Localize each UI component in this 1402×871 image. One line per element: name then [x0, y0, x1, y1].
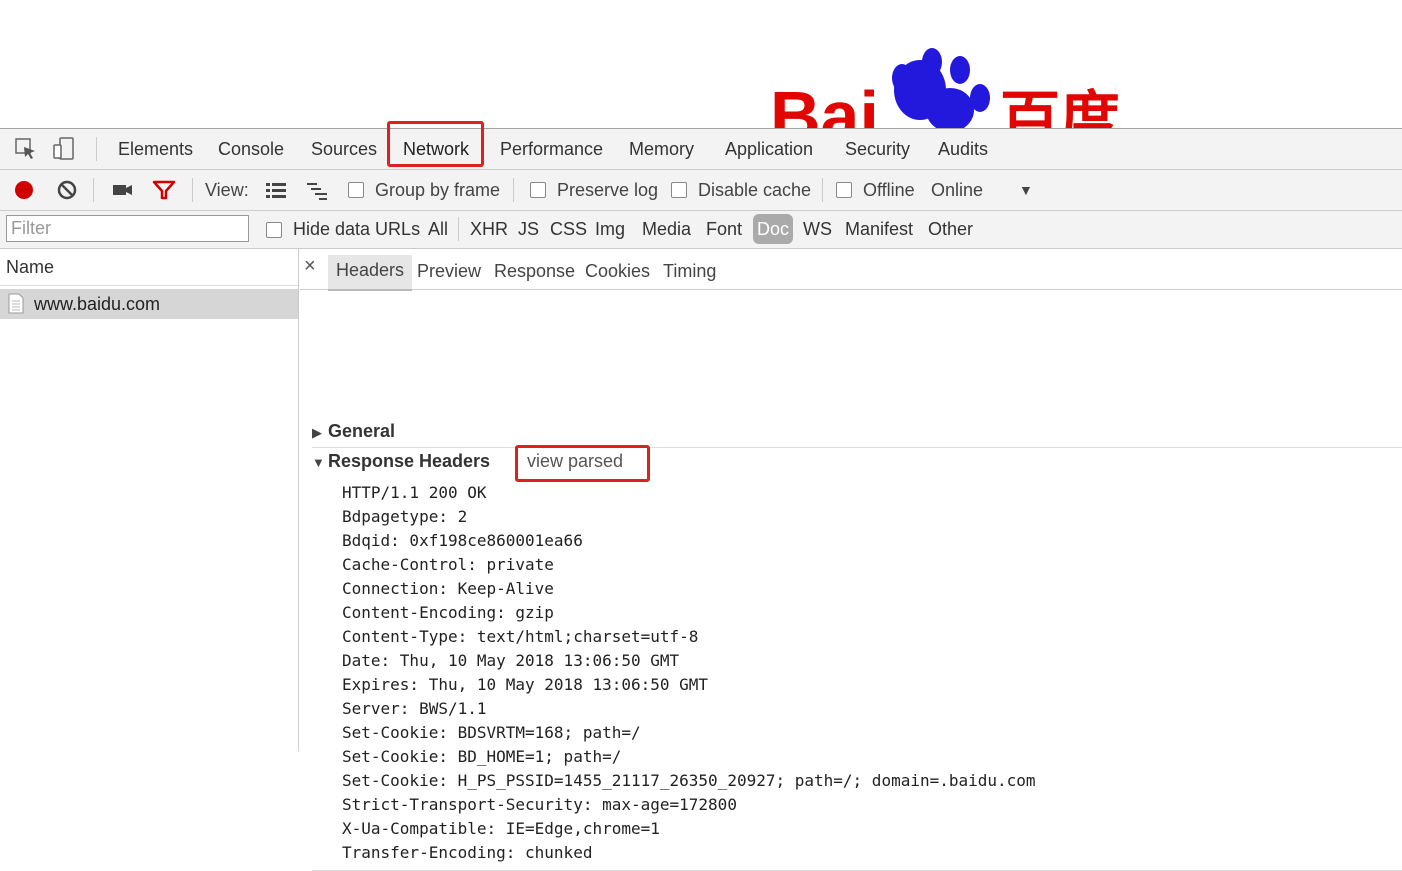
- tab-performance[interactable]: Performance: [500, 129, 603, 169]
- triangle-down-icon: ▼: [312, 455, 325, 470]
- disable-cache-checkbox[interactable]: [671, 182, 687, 198]
- header-line: Strict-Transport-Security: max-age=17280…: [342, 795, 737, 814]
- filter-input[interactable]: [6, 215, 249, 242]
- toolbar-separator: [513, 178, 514, 202]
- filter-type-doc[interactable]: Doc: [753, 214, 794, 244]
- large-rows-icon[interactable]: [264, 178, 288, 202]
- filter-type-img[interactable]: Img: [595, 211, 625, 248]
- tab-security[interactable]: Security: [845, 129, 910, 169]
- header-line: HTTP/1.1 200 OK: [342, 483, 487, 502]
- offline-checkbox[interactable]: [836, 182, 852, 198]
- tab-audits[interactable]: Audits: [938, 129, 988, 169]
- triangle-right-icon: ▶: [312, 425, 322, 440]
- filter-type-xhr[interactable]: XHR: [470, 211, 508, 248]
- devtools-tabbar: Elements Console Sources Network Perform…: [0, 121, 1402, 170]
- tabbar-separator: [96, 137, 97, 161]
- tab-sources[interactable]: Sources: [311, 129, 377, 169]
- response-headers-section[interactable]: ▼ Response Headers: [312, 451, 490, 472]
- header-line: Bdpagetype: 2: [342, 507, 468, 526]
- tab-headers[interactable]: Headers: [328, 255, 413, 291]
- header-line: Bdqid: 0xf198ce860001ea66: [342, 531, 583, 550]
- disable-cache-label[interactable]: Disable cache: [698, 170, 811, 210]
- filter-type-manifest[interactable]: Manifest: [845, 211, 913, 248]
- general-title: General: [328, 421, 396, 441]
- devtools-panel: Elements Console Sources Network Perform…: [0, 121, 1402, 871]
- response-headers-list: HTTP/1.1 200 OK Bdpagetype: 2 Bdqid: 0xf19…: [342, 481, 1036, 865]
- tab-preview[interactable]: Preview: [417, 249, 481, 289]
- logo-text-right: 百度: [1000, 85, 1120, 128]
- header-line: Set-Cookie: H_PS_PSSID=1455_21117_26350_…: [342, 771, 1036, 790]
- tab-timing[interactable]: Timing: [663, 249, 716, 289]
- filter-icon[interactable]: [152, 178, 176, 202]
- general-section[interactable]: ▶ General: [312, 421, 395, 442]
- header-line: Server: BWS/1.1: [342, 699, 487, 718]
- view-parsed-highlight: [515, 445, 650, 482]
- response-headers-title: Response Headers: [328, 451, 491, 471]
- header-line: Connection: Keep-Alive: [342, 579, 554, 598]
- header-line: Content-Type: text/html;charset=utf-8: [342, 627, 699, 646]
- group-by-frame-checkbox[interactable]: [348, 182, 364, 198]
- preserve-log-checkbox[interactable]: [530, 182, 546, 198]
- header-line: Content-Encoding: gzip: [342, 603, 554, 622]
- filter-type-css[interactable]: CSS: [550, 211, 587, 248]
- header-line: Transfer-Encoding: chunked: [342, 843, 593, 862]
- tab-cookies[interactable]: Cookies: [585, 249, 650, 289]
- close-icon[interactable]: ×: [304, 255, 316, 278]
- header-line: Expires: Thu, 10 May 2018 13:06:50 GMT: [342, 675, 709, 694]
- filter-type-ws[interactable]: WS: [803, 211, 832, 248]
- document-icon: [8, 293, 24, 314]
- filter-separator: [458, 217, 459, 241]
- filter-type-all[interactable]: All: [428, 211, 448, 248]
- header-line: X-Ua-Compatible: IE=Edge,chrome=1: [342, 819, 660, 838]
- inspect-element-icon[interactable]: [14, 137, 38, 161]
- filter-type-font[interactable]: Font: [706, 211, 742, 248]
- header-line: Cache-Control: private: [342, 555, 554, 574]
- request-details: × Headers Preview Response Cookies Timin…: [300, 249, 1402, 871]
- request-name: www.baidu.com: [34, 294, 161, 314]
- toolbar-separator: [93, 178, 94, 202]
- header-line: Set-Cookie: BD_HOME=1; path=/: [342, 747, 622, 766]
- clear-icon[interactable]: [55, 178, 79, 202]
- filter-type-js[interactable]: JS: [518, 211, 539, 248]
- device-toolbar-icon[interactable]: [52, 137, 76, 161]
- network-toolbar: View: Group by frame Preserve log Disabl…: [0, 170, 1402, 211]
- capture-screenshots-icon[interactable]: [111, 178, 135, 202]
- detail-tabbar: × Headers Preview Response Cookies Timin…: [300, 249, 1402, 291]
- tab-memory[interactable]: Memory: [629, 129, 694, 169]
- header-line: Set-Cookie: BDSVRTM=168; path=/: [342, 723, 641, 742]
- group-by-frame-label[interactable]: Group by frame: [375, 170, 500, 210]
- view-label: View:: [205, 180, 249, 200]
- logo-text-left: Bai: [770, 77, 879, 128]
- filter-type-media[interactable]: Media: [642, 211, 691, 248]
- tab-elements[interactable]: Elements: [118, 129, 193, 169]
- request-row[interactable]: www.baidu.com: [0, 289, 298, 319]
- header-line: Date: Thu, 10 May 2018 13:06:50 GMT: [342, 651, 680, 670]
- preserve-log-label[interactable]: Preserve log: [557, 170, 658, 210]
- record-icon[interactable]: [12, 178, 36, 202]
- toolbar-separator: [192, 178, 193, 202]
- tab-console[interactable]: Console: [218, 129, 284, 169]
- network-tab-highlight: [387, 121, 484, 167]
- section-divider: [312, 447, 1402, 448]
- offline-label[interactable]: Offline: [863, 170, 915, 210]
- name-column-header[interactable]: Name: [0, 249, 298, 286]
- request-list: Name www.baidu.com: [0, 249, 299, 751]
- baidu-logo: Bai 百度: [770, 48, 1120, 128]
- filter-bar: Hide data URLs All XHR JS CSS Img Media …: [0, 211, 1402, 249]
- waterfall-icon[interactable]: [305, 178, 329, 202]
- hide-data-urls-label[interactable]: Hide data URLs: [293, 211, 420, 248]
- page-viewport: Bai 百度: [0, 0, 1402, 128]
- tab-application[interactable]: Application: [725, 129, 813, 169]
- throttling-select[interactable]: Online: [931, 170, 983, 210]
- chevron-down-icon[interactable]: ▼: [1019, 170, 1033, 210]
- filter-type-other[interactable]: Other: [928, 211, 973, 248]
- tab-response[interactable]: Response: [494, 249, 575, 289]
- hide-data-urls-checkbox[interactable]: [266, 222, 282, 238]
- toolbar-separator: [822, 178, 823, 202]
